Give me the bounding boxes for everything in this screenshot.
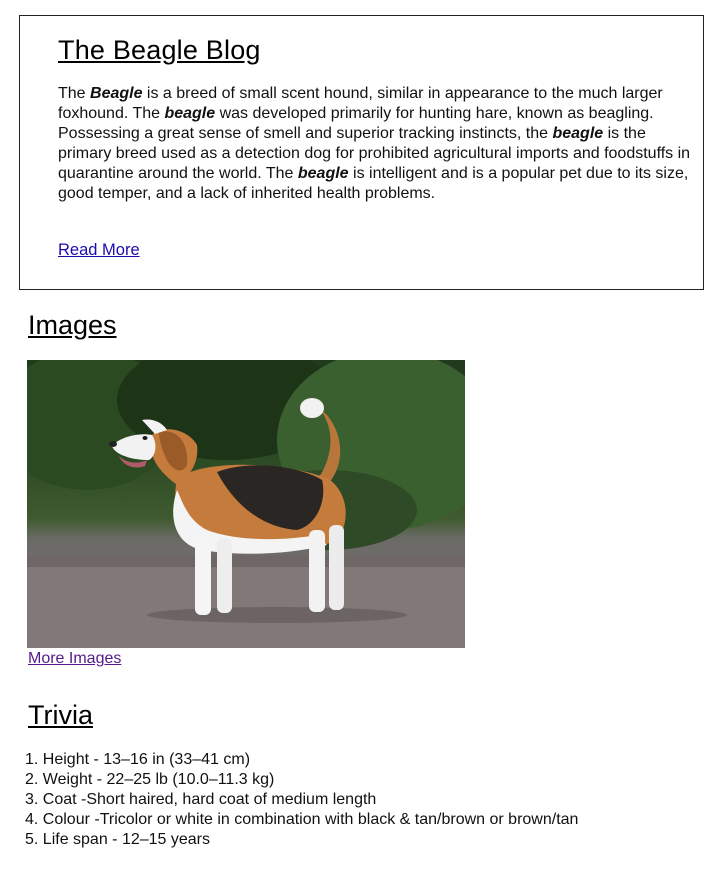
read-more-link[interactable]: Read More [58, 241, 140, 260]
trivia-heading: Trivia [28, 700, 93, 730]
trivia-item-coat: 3. Coat -Short haired, hard coat of medi… [25, 791, 377, 808]
images-heading: Images [28, 310, 117, 340]
breed-name-emphasis: beagle [297, 165, 349, 182]
blog-card: The Beagle Blog The Beagle is a breed of… [19, 15, 704, 290]
paragraph-text: The [58, 85, 91, 102]
trivia-list: 1. Height - 13–16 in (33–41 cm) 2. Weigh… [25, 750, 578, 850]
breed-name-emphasis: Beagle [90, 85, 143, 102]
breed-name-emphasis: beagle [164, 105, 216, 122]
trivia-item-colour: 4. Colour -Tricolor or white in combinat… [25, 811, 579, 828]
beagle-photo [27, 360, 465, 648]
blog-title: The Beagle Blog [58, 35, 261, 65]
blog-description: The Beagle is a breed of small scent hou… [58, 84, 698, 204]
trivia-item-height: 1. Height - 13–16 in (33–41 cm) [25, 751, 251, 768]
more-images-link[interactable]: More Images [28, 650, 121, 668]
trivia-item-lifespan: 5. Life span - 12–15 years [25, 831, 211, 848]
trivia-item-weight: 2. Weight - 22–25 lb (10.0–11.3 kg) [25, 771, 275, 788]
breed-name-emphasis: beagle [552, 125, 604, 142]
